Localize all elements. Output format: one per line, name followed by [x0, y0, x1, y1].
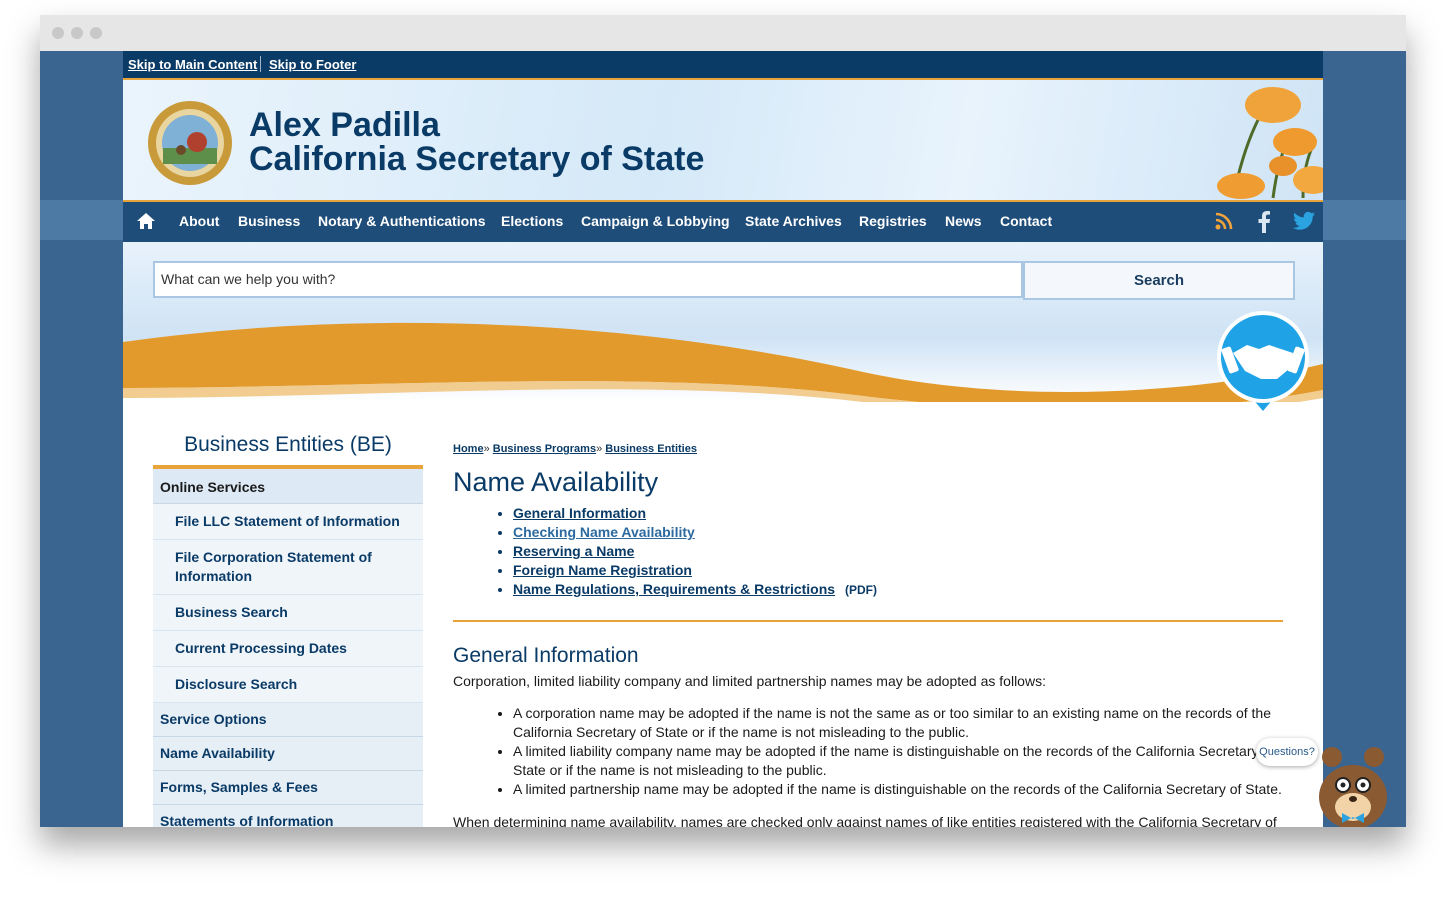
nav-item-campaign[interactable]: Campaign & Lobbying: [581, 213, 730, 229]
toc-link-foreign-name-registration[interactable]: Foreign Name Registration: [513, 562, 692, 578]
toc-link-checking-name-availability[interactable]: Checking Name Availability: [513, 524, 695, 540]
skip-separator: [260, 56, 261, 72]
nav-item-archives[interactable]: State Archives: [745, 213, 842, 229]
sidebar: Business Entities (BE) Online Services F…: [153, 431, 423, 827]
window-minimize-dot[interactable]: [71, 27, 83, 39]
page: Skip to Main Content Skip to Footer Alex…: [123, 51, 1323, 827]
toc-item: General Information: [513, 504, 1283, 523]
poppy-flowers-image: [1217, 87, 1323, 199]
rss-icon[interactable]: [1214, 211, 1234, 231]
site-title-office: California Secretary of State: [249, 140, 705, 178]
toc-link-reserving-a-name[interactable]: Reserving a Name: [513, 543, 634, 559]
sidebar-title: Business Entities (BE): [153, 431, 423, 469]
toc-link-name-regulations[interactable]: Name Regulations, Requirements & Restric…: [513, 581, 835, 597]
browser-window: Skip to Main Content Skip to Footer Alex…: [40, 15, 1406, 827]
nav-item-notary[interactable]: Notary & Authentications: [318, 213, 486, 229]
intro-paragraph: Corporation, limited liability company a…: [453, 673, 1046, 689]
skip-bar: Skip to Main Content Skip to Footer: [123, 51, 1323, 80]
nav-item-news[interactable]: News: [945, 213, 982, 229]
twitter-icon[interactable]: [1293, 211, 1315, 231]
page-title: Name Availability: [453, 467, 659, 497]
closing-paragraph: When determining name availability, name…: [453, 814, 1277, 827]
pdf-label: (PDF): [844, 583, 877, 597]
sidebar-subitem-processing-dates[interactable]: Current Processing Dates: [153, 631, 423, 667]
sidebar-subitem-file-corp-soi[interactable]: File Corporation Statement of Informatio…: [153, 540, 423, 595]
list-item: A limited partnership name may be adopte…: [513, 780, 1283, 799]
skip-to-footer-link[interactable]: Skip to Footer: [269, 57, 356, 72]
sidebar-section-online-services[interactable]: Online Services: [153, 469, 423, 504]
orange-wave-decoration: [123, 322, 1323, 402]
site-header: Alex Padilla California Secretary of Sta…: [123, 80, 1323, 200]
list-item: A limited liability company name may be …: [513, 742, 1283, 780]
toc-item: Reserving a Name: [513, 542, 1283, 561]
questions-bubble[interactable]: Questions?: [1256, 738, 1318, 766]
main-content: Home» Business Programs» Business Entiti…: [453, 443, 1283, 827]
window-zoom-dot[interactable]: [90, 27, 102, 39]
handshake-icon[interactable]: [1211, 309, 1315, 419]
page-toc: General Information Checking Name Availa…: [453, 504, 1283, 600]
nav-item-business[interactable]: Business: [238, 213, 300, 229]
nav-item-registries[interactable]: Registries: [859, 213, 927, 229]
search-zone: What can we help you with? Search: [123, 242, 1323, 402]
breadcrumb-business-programs[interactable]: Business Programs: [493, 443, 596, 455]
browser-titlebar: [40, 15, 1406, 51]
breadcrumb-home[interactable]: Home: [453, 443, 484, 455]
toc-item: Name Regulations, Requirements & Restric…: [513, 580, 1283, 600]
sidebar-subitem-disclosure-search[interactable]: Disclosure Search: [153, 667, 423, 703]
search-button[interactable]: Search: [1023, 261, 1295, 300]
section-divider: [453, 620, 1283, 622]
breadcrumb-business-entities[interactable]: Business Entities: [605, 443, 697, 455]
sidebar-item-statements-of-information[interactable]: Statements of Information (annual/bienni…: [153, 805, 423, 827]
sidebar-item-name-availability[interactable]: Name Availability: [153, 737, 423, 771]
state-seal-logo[interactable]: [147, 100, 233, 186]
toc-link-general-information[interactable]: General Information: [513, 505, 646, 521]
breadcrumb: Home» Business Programs» Business Entiti…: [453, 443, 697, 455]
skip-to-main-link[interactable]: Skip to Main Content: [128, 57, 257, 72]
window-close-dot[interactable]: [52, 27, 64, 39]
toc-item: Foreign Name Registration: [513, 561, 1283, 580]
home-icon[interactable]: [136, 212, 156, 230]
search-input[interactable]: What can we help you with?: [153, 261, 1023, 298]
facebook-icon[interactable]: [1257, 211, 1271, 233]
section-title-general-information: General Information: [453, 644, 639, 667]
list-item: A corporation name may be adopted if the…: [513, 704, 1283, 742]
nav-item-elections[interactable]: Elections: [501, 213, 563, 229]
main-nav: About Business Notary & Authentications …: [123, 200, 1323, 242]
nav-item-contact[interactable]: Contact: [1000, 213, 1052, 229]
nav-item-about[interactable]: About: [179, 213, 219, 229]
toc-item: Checking Name Availability: [513, 523, 1283, 542]
rules-list: A corporation name may be adopted if the…: [453, 704, 1283, 799]
sidebar-subitem-business-search[interactable]: Business Search: [153, 595, 423, 631]
sidebar-subitem-file-llc-soi[interactable]: File LLC Statement of Information: [153, 504, 423, 540]
sidebar-item-forms-fees[interactable]: Forms, Samples & Fees: [153, 771, 423, 805]
sidebar-item-service-options[interactable]: Service Options: [153, 703, 423, 737]
